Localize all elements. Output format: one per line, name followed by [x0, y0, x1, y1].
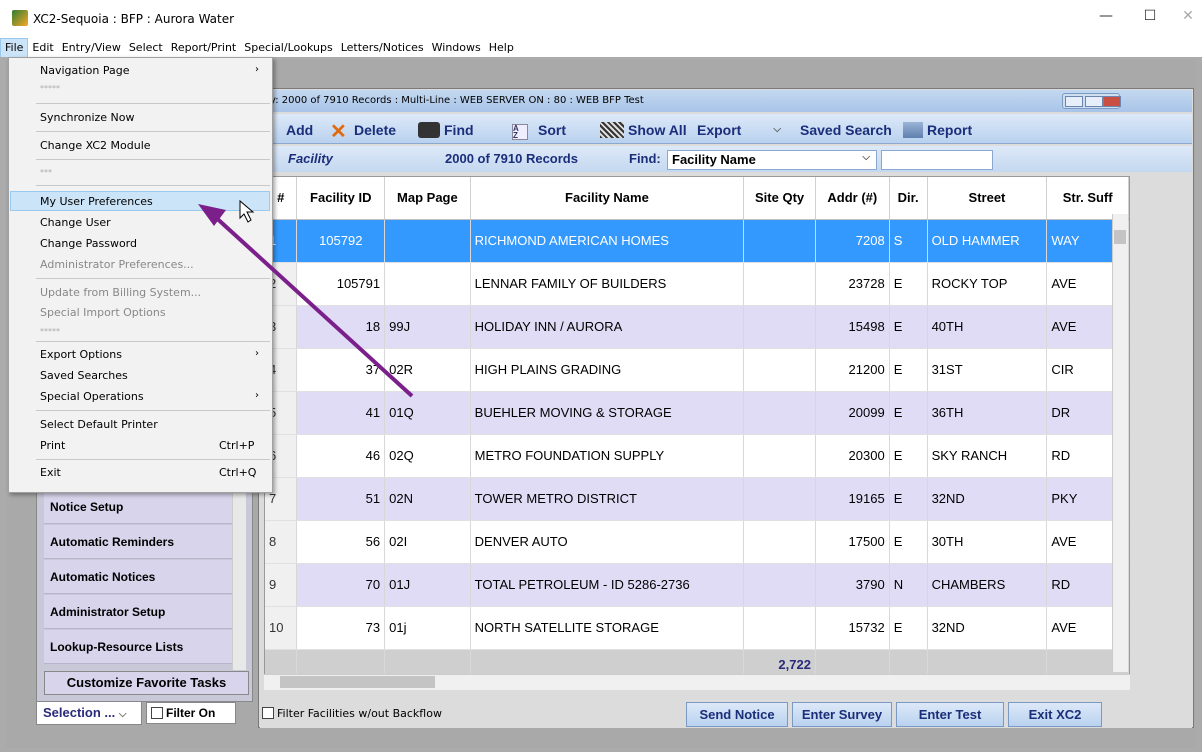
annotation-arrow [210, 212, 414, 398]
annotation-overlay [198, 199, 414, 398]
mouse-cursor-icon [239, 199, 255, 223]
